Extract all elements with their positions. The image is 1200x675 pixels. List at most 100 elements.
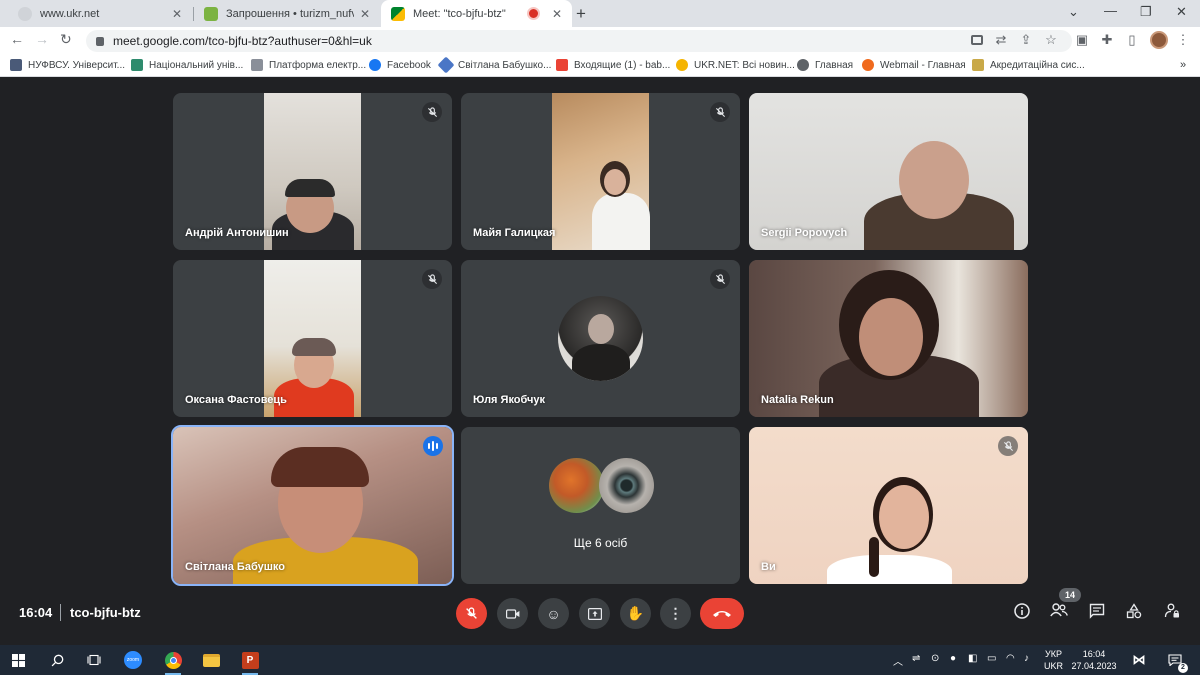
puzzle-icon[interactable]: ✚ [1100, 33, 1114, 47]
host-controls-button[interactable] [1162, 603, 1182, 623]
globe-icon [797, 59, 809, 71]
extension-icon[interactable]: ▣ [1075, 33, 1089, 47]
more-bookmarks-icon[interactable]: » [1180, 59, 1186, 71]
self-tile[interactable]: Ви [749, 427, 1028, 584]
bookmark-item[interactable]: Акредитаційна сис... [972, 59, 1085, 71]
close-icon[interactable]: ✕ [552, 7, 562, 21]
tab-ukr-net[interactable]: www.ukr.net ✕ [8, 0, 192, 27]
lock-icon [96, 36, 104, 46]
address-bar[interactable]: meet.google.com/tco-bjfu-btz?authuser=0&… [86, 30, 1072, 52]
meet-controls-bar: 16:04 tco-bjfu-btz ☺ ✋ ⋮ 14 [0, 583, 1200, 645]
globe-icon [18, 6, 32, 21]
hair-shape [271, 447, 369, 487]
participant-tile[interactable]: Natalia Rekun [749, 260, 1028, 417]
people-button[interactable] [1049, 603, 1069, 623]
participant-tile[interactable]: Юля Якобчук [461, 260, 740, 417]
search-icon[interactable] [47, 650, 67, 670]
close-window-button[interactable]: ✕ [1176, 4, 1187, 20]
site-icon [131, 59, 143, 71]
info-button[interactable] [1012, 603, 1032, 623]
tray-app-icon[interactable]: ⋈ [1129, 650, 1149, 670]
mic-off-icon [466, 607, 477, 619]
menu-icon[interactable]: ⋮ [1176, 33, 1190, 47]
others-tile[interactable]: Ще 6 осіб [461, 427, 740, 584]
share-icon[interactable]: ⇪ [1019, 33, 1033, 47]
side-panel-icon[interactable]: ▯ [1125, 33, 1139, 47]
wifi-icon[interactable]: ◠ [1006, 653, 1015, 664]
bookmark-item[interactable]: Webmail - Главная [862, 59, 966, 71]
person-shape [859, 298, 923, 376]
chevron-up-icon[interactable]: ︿ [893, 653, 903, 668]
participant-name: Світлана Бабушко [185, 561, 285, 573]
task-view-icon[interactable] [84, 650, 104, 670]
braid-shape [869, 537, 879, 577]
battery-icon[interactable]: ▭ [987, 653, 996, 664]
zoom-app-icon[interactable]: zoom [123, 650, 143, 670]
taskbar-clock[interactable]: 16:04 27.04.2023 [1070, 648, 1118, 672]
camera-icon[interactable] [971, 35, 983, 45]
tab-meet[interactable]: Meet: "tco-bjfu-btz" ✕ [381, 0, 572, 27]
translate-icon[interactable]: ⇄ [994, 33, 1008, 47]
star-icon[interactable]: ☆ [1044, 33, 1058, 47]
meeting-time: 16:04 [19, 605, 53, 620]
bookmark-item[interactable]: Facebook [369, 59, 431, 71]
leave-call-button[interactable] [700, 598, 744, 629]
emoji-reaction-button[interactable]: ☺ [538, 598, 569, 629]
tray-app-icon[interactable]: ◧ [968, 653, 977, 664]
settings-sliders-icon[interactable]: ⇌ [912, 653, 920, 664]
hand-icon: ✋ [626, 605, 645, 621]
participant-tile[interactable]: Андрій Антонишин [173, 93, 452, 250]
participant-tile[interactable]: Оксана Фастовець [173, 260, 452, 417]
language-indicator[interactable]: УКР UKR [1044, 648, 1063, 672]
language-code-latin: UKR [1044, 661, 1064, 671]
divider [60, 604, 61, 621]
file-explorer-icon[interactable] [201, 650, 221, 670]
notifications-icon[interactable]: 2 [1165, 650, 1188, 673]
reload-icon[interactable]: ↻ [60, 31, 72, 48]
volume-icon[interactable]: ♪ [1024, 653, 1029, 664]
bookmark-item[interactable]: НУФВСУ. Університ... [10, 59, 125, 71]
powerpoint-app-icon[interactable]: P [240, 650, 260, 675]
person-shape [592, 193, 650, 250]
participant-name: Sergii Popovych [761, 227, 848, 239]
activities-button[interactable] [1124, 603, 1144, 623]
bookmark-item[interactable]: Національний унів... [131, 59, 243, 71]
forward-icon[interactable]: → [35, 31, 49, 47]
bookmark-item[interactable]: Входящие (1) - bab... [556, 59, 670, 71]
bookmark-item[interactable]: Главная [797, 59, 853, 71]
browser-toolbar: ← → ↻ meet.google.com/tco-bjfu-btz?authu… [0, 27, 1200, 55]
chat-button[interactable] [1087, 603, 1107, 623]
minimize-button[interactable]: — [1104, 3, 1117, 18]
bookmarks-bar: НУФВСУ. Університ... Національний унів..… [0, 55, 1200, 77]
participant-tile[interactable]: Світлана Бабушко [171, 425, 454, 586]
microphone-icon[interactable]: ● [950, 653, 956, 664]
mic-toggle-button[interactable] [456, 598, 487, 629]
more-options-button[interactable]: ⋮ [660, 598, 691, 629]
chrome-app-icon[interactable] [163, 650, 183, 675]
raise-hand-button[interactable]: ✋ [620, 598, 651, 629]
close-icon[interactable]: ✕ [172, 7, 182, 21]
close-icon[interactable]: ✕ [360, 7, 370, 21]
avatar[interactable] [1150, 31, 1168, 49]
bookmark-item[interactable]: UKR.NET: Всі новин... [676, 59, 795, 71]
present-screen-button[interactable] [579, 598, 610, 629]
site-icon [437, 56, 455, 74]
maximize-button[interactable]: ❐ [1140, 4, 1152, 20]
back-icon[interactable]: ← [10, 31, 24, 47]
shapes-icon [1126, 603, 1142, 619]
hair-shape [292, 338, 336, 356]
windows-start-icon[interactable] [8, 650, 28, 670]
bookmark-item[interactable]: Платформа електр... [251, 59, 366, 71]
tab-invitation[interactable]: Запрошення • turizm_nufvsu@u ✕ [194, 0, 380, 27]
participant-tile[interactable]: Майя Галицкая [461, 93, 740, 250]
bookmark-label: Світлана Бабушко... [458, 59, 552, 71]
avatar [549, 458, 604, 513]
participant-tile[interactable]: Sergii Popovych [749, 93, 1028, 250]
video-camera-icon [505, 608, 519, 619]
camera-toggle-button[interactable] [497, 598, 528, 629]
avatar [599, 458, 654, 513]
new-tab-button[interactable]: + [576, 4, 586, 24]
tray-app-icon[interactable]: ⊙ [931, 653, 939, 664]
chevron-down-icon[interactable]: ⌄ [1068, 4, 1079, 20]
bookmark-item[interactable]: Світлана Бабушко... [437, 56, 552, 74]
